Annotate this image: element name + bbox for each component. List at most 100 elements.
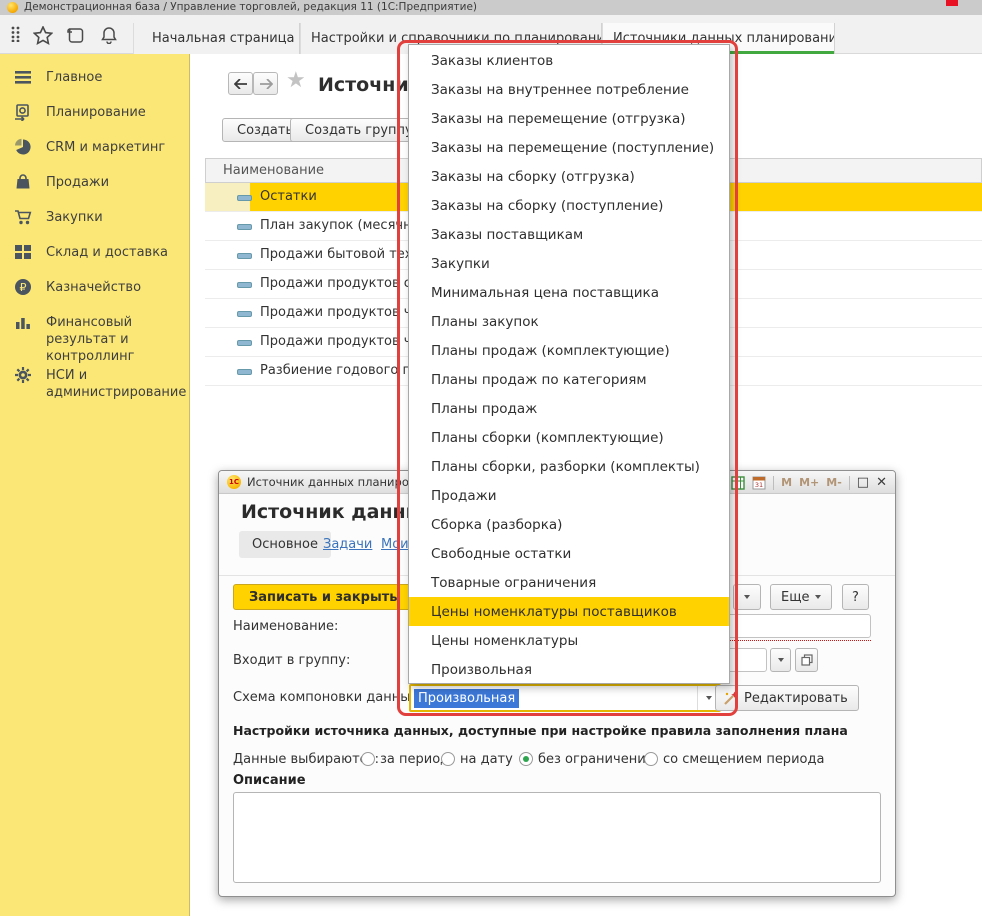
back-button[interactable]: [228, 72, 253, 95]
help-button[interactable]: ?: [842, 584, 869, 610]
item-icon: [237, 369, 252, 375]
data-select-label: Данные выбираются:: [233, 752, 379, 767]
radio-no-limit-label[interactable]: без ограничения: [538, 752, 653, 767]
sidebar-item-label: НСИ и администрирование: [46, 367, 180, 401]
window-close-button[interactable]: [946, 0, 958, 6]
chevron-down-icon: [778, 658, 784, 662]
chevron-down-icon: [744, 595, 750, 599]
item-icon: [237, 311, 252, 317]
dropdown-item[interactable]: Минимальная цена поставщика: [409, 278, 729, 307]
forward-button[interactable]: [253, 72, 278, 95]
app-title: Демонстрационная база / Управление торго…: [24, 1, 477, 13]
dropdown-item[interactable]: Заказы на перемещение (отгрузка): [409, 104, 729, 133]
pie-chart-icon: [14, 138, 32, 156]
dropdown-item[interactable]: Планы сборки (комплектующие): [409, 423, 729, 452]
dropdown-item[interactable]: Заказы на сборку (поступление): [409, 191, 729, 220]
dropdown-item[interactable]: Товарные ограничения: [409, 568, 729, 597]
radio-period[interactable]: [361, 752, 375, 766]
app-titlebar: Демонстрационная база / Управление торго…: [0, 0, 982, 15]
chevron-down-icon: [815, 595, 821, 599]
more-button[interactable]: Еще: [770, 584, 832, 610]
dcs-combobox[interactable]: Произвольная: [409, 684, 721, 712]
dropdown-item[interactable]: Произвольная: [409, 655, 729, 684]
gear-icon: [14, 366, 32, 384]
radio-period-shift-label[interactable]: со смещением периода: [663, 752, 824, 767]
save-close-button[interactable]: Записать и закрыть: [233, 584, 413, 610]
memory-plus-button[interactable]: M+: [799, 476, 819, 489]
service-menu-icon[interactable]: [9, 26, 25, 42]
description-label: Описание: [233, 773, 306, 788]
sidebar-item-label: Планирование: [46, 104, 180, 121]
dropdown-item[interactable]: Заказы на перемещение (поступление): [409, 133, 729, 162]
chevron-down-icon: [706, 696, 712, 700]
edit-dcs-button[interactable]: Редактировать: [715, 685, 859, 711]
group-choose-button[interactable]: [795, 648, 818, 672]
bag-icon: [14, 173, 32, 191]
sidebar: Главное Планирование CRM и маркетинг Про…: [0, 54, 190, 916]
dropdown-item[interactable]: Закупки: [409, 249, 729, 278]
description-textarea[interactable]: [233, 792, 881, 883]
dropdown-item[interactable]: Планы продаж по категориям: [409, 365, 729, 394]
item-icon: [237, 340, 252, 346]
radio-date[interactable]: [441, 752, 455, 766]
sidebar-item-label: Финансовый результат и контроллинг: [46, 314, 180, 365]
settings-heading: Настройки источника данных, доступные пр…: [233, 723, 848, 738]
dropdown-item[interactable]: Свободные остатки: [409, 539, 729, 568]
svg-text:₽: ₽: [20, 281, 27, 294]
close-icon[interactable]: ✕: [876, 475, 887, 490]
dropdown-item[interactable]: Цены номенклатуры: [409, 626, 729, 655]
back-arrow-icon: [234, 79, 248, 89]
memory-minus-button[interactable]: M-: [826, 476, 842, 489]
sidebar-item-label: Главное: [46, 69, 180, 86]
tab-main[interactable]: Основное: [239, 531, 331, 558]
cart-icon: [14, 208, 32, 226]
ruble-circle-icon: ₽: [14, 278, 32, 296]
menu-icon: [14, 68, 32, 86]
dropdown-item[interactable]: Заказы на внутреннее потребление: [409, 75, 729, 104]
dialog-window-controls: 31 M M+ M- □ ✕: [731, 471, 887, 494]
radio-period-shift[interactable]: [644, 752, 658, 766]
group-dropdown-button[interactable]: [770, 648, 791, 672]
calendar-icon[interactable]: 31: [752, 476, 766, 490]
dropdown-item[interactable]: Планы закупок: [409, 307, 729, 336]
radio-no-limit[interactable]: [519, 752, 533, 766]
dropdown-item[interactable]: Заказы на сборку (отгрузка): [409, 162, 729, 191]
item-icon: [237, 253, 252, 259]
separator: [773, 476, 774, 490]
split-dropdown-button[interactable]: [733, 584, 761, 610]
history-scroll-icon[interactable]: [66, 26, 85, 44]
tab-tasks[interactable]: Задачи: [323, 537, 372, 552]
bar-chart-icon: [14, 313, 32, 331]
tab-home[interactable]: Начальная страница: [133, 23, 300, 54]
dropdown-item[interactable]: Сборка (разборка): [409, 510, 729, 539]
dropdown-item[interactable]: Планы сборки, разборки (комплекты): [409, 452, 729, 481]
dropdown-item[interactable]: Планы продаж (комплектующие): [409, 336, 729, 365]
magic-wand-icon: [722, 690, 739, 707]
separator: [849, 476, 850, 490]
maximize-icon[interactable]: □: [857, 475, 869, 490]
favorite-star-icon[interactable]: ★: [286, 68, 306, 93]
dropdown-item[interactable]: Планы продаж: [409, 394, 729, 423]
tab-home-label: Начальная страница: [152, 31, 294, 46]
favorites-star-icon[interactable]: [33, 26, 53, 45]
sidebar-item-label: CRM и маркетинг: [46, 139, 180, 156]
notifications-bell-icon[interactable]: [100, 26, 118, 44]
group-label: Входит в группу:: [233, 653, 350, 668]
radio-period-label[interactable]: за период: [380, 752, 449, 767]
dcs-dropdown-list: Заказы клиентов Заказы на внутреннее пот…: [408, 44, 730, 684]
dcs-label: Схема компоновки данных:: [233, 690, 423, 705]
dropdown-item[interactable]: Продажи: [409, 481, 729, 510]
dropdown-item[interactable]: Заказы поставщикам: [409, 220, 729, 249]
radio-date-label[interactable]: на дату: [460, 752, 513, 767]
dropdown-item[interactable]: Заказы клиентов: [409, 46, 729, 75]
sidebar-item-label: Продажи: [46, 174, 180, 191]
sidebar-item-label: Казначейство: [46, 279, 180, 296]
dropdown-item-highlighted[interactable]: Цены номенклатуры поставщиков: [409, 597, 729, 626]
1c-logo-icon: 1С: [227, 475, 241, 489]
forward-arrow-icon: [259, 79, 273, 89]
sidebar-item-label: Закупки: [46, 209, 180, 226]
item-icon: [237, 195, 252, 201]
sidebar-item-label: Склад и доставка: [46, 244, 180, 261]
memory-button[interactable]: M: [781, 476, 792, 489]
spreadsheet-icon[interactable]: [731, 476, 745, 490]
